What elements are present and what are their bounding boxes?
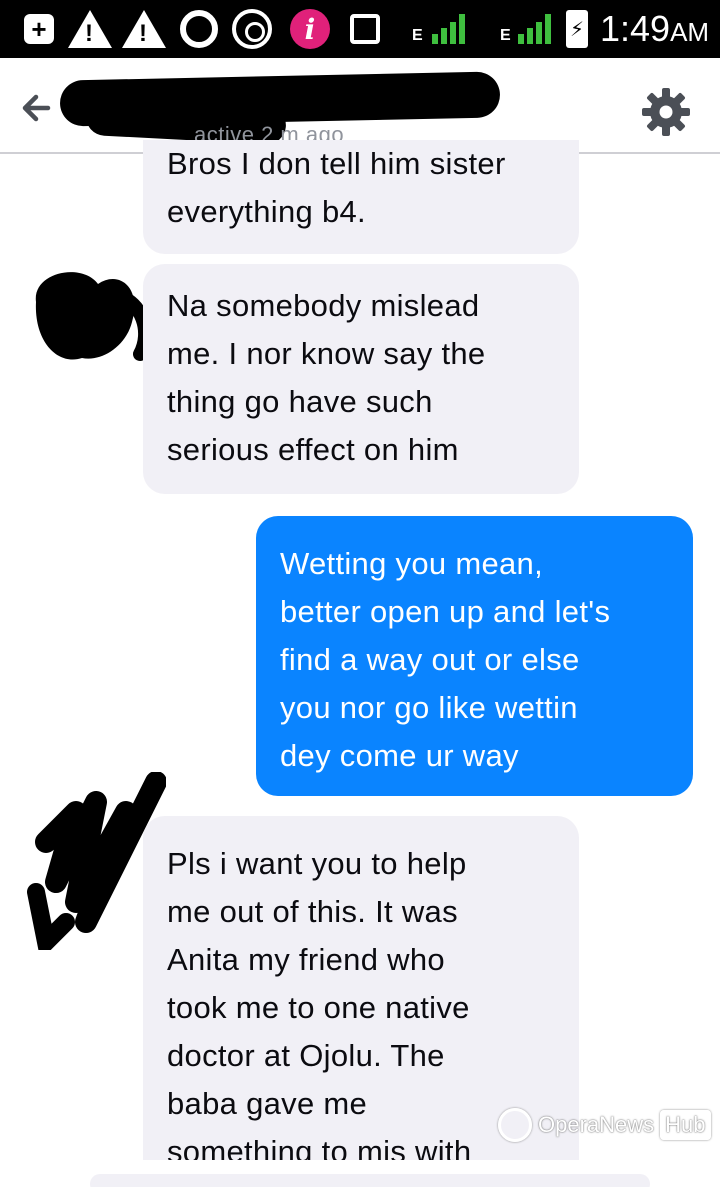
gear-icon[interactable] xyxy=(640,86,692,138)
clock-time: 1:49 xyxy=(600,8,671,49)
message-line: Wetting you mean, xyxy=(280,546,543,581)
message-line: everything b4. xyxy=(167,194,366,229)
watermark: OperaNews Hub xyxy=(498,1108,711,1142)
message-bubble-incoming[interactable]: Na somebody mislead me. I nor know say t… xyxy=(143,264,579,494)
opera-icon xyxy=(180,10,218,48)
redacted-avatar-scribble xyxy=(35,272,153,361)
operanews-logo-icon xyxy=(498,1108,532,1142)
network-type-label: E xyxy=(412,27,423,44)
message-line: Bros I don tell him sister xyxy=(167,146,506,181)
message-line: me. I nor know say the xyxy=(167,336,486,371)
message-line: dey come ur way xyxy=(280,738,519,773)
message-line: thing go have such xyxy=(167,384,433,419)
signal-icon xyxy=(432,12,465,44)
whatsapp-icon xyxy=(232,9,272,49)
message-line: me out of this. It was xyxy=(167,894,458,929)
clock-ampm: AM xyxy=(670,17,710,47)
message-line: Anita my friend who xyxy=(167,942,445,977)
message-line: doctor at Ojolu. The xyxy=(167,1038,445,1073)
add-icon: + xyxy=(24,14,54,44)
network-type-label-2: E xyxy=(500,27,511,44)
message-bubble-outgoing[interactable]: Wetting you mean, better open up and let… xyxy=(256,516,693,796)
warning-icon: ! xyxy=(122,10,166,48)
message-line: you nor go like wettin xyxy=(280,690,578,725)
message-line: Na somebody mislead xyxy=(167,288,480,323)
clock: 1:49AM xyxy=(600,8,709,50)
message-bubble-incoming[interactable]: Bros I don tell him sister everything b4… xyxy=(143,140,579,254)
watermark-hub: Hub xyxy=(660,1110,711,1140)
warning-icon: ! xyxy=(68,10,112,48)
cast-icon xyxy=(350,14,380,44)
message-line: better open up and let's xyxy=(280,594,611,629)
message-line: Pls i want you to help xyxy=(167,846,467,881)
arrow-left-icon[interactable] xyxy=(18,88,58,128)
message-line: took me to one native xyxy=(167,990,470,1025)
watermark-brand: OperaNews xyxy=(538,1112,655,1137)
info-icon: i xyxy=(290,9,330,49)
message-line: find a way out or else xyxy=(280,642,580,677)
message-line: serious effect on him xyxy=(167,432,459,467)
signal-icon xyxy=(518,12,551,44)
composer-input[interactable] xyxy=(90,1174,650,1187)
status-bar: + ! ! i E E ⚡ 1:49AM xyxy=(0,0,720,58)
battery-icon: ⚡ xyxy=(566,10,588,48)
